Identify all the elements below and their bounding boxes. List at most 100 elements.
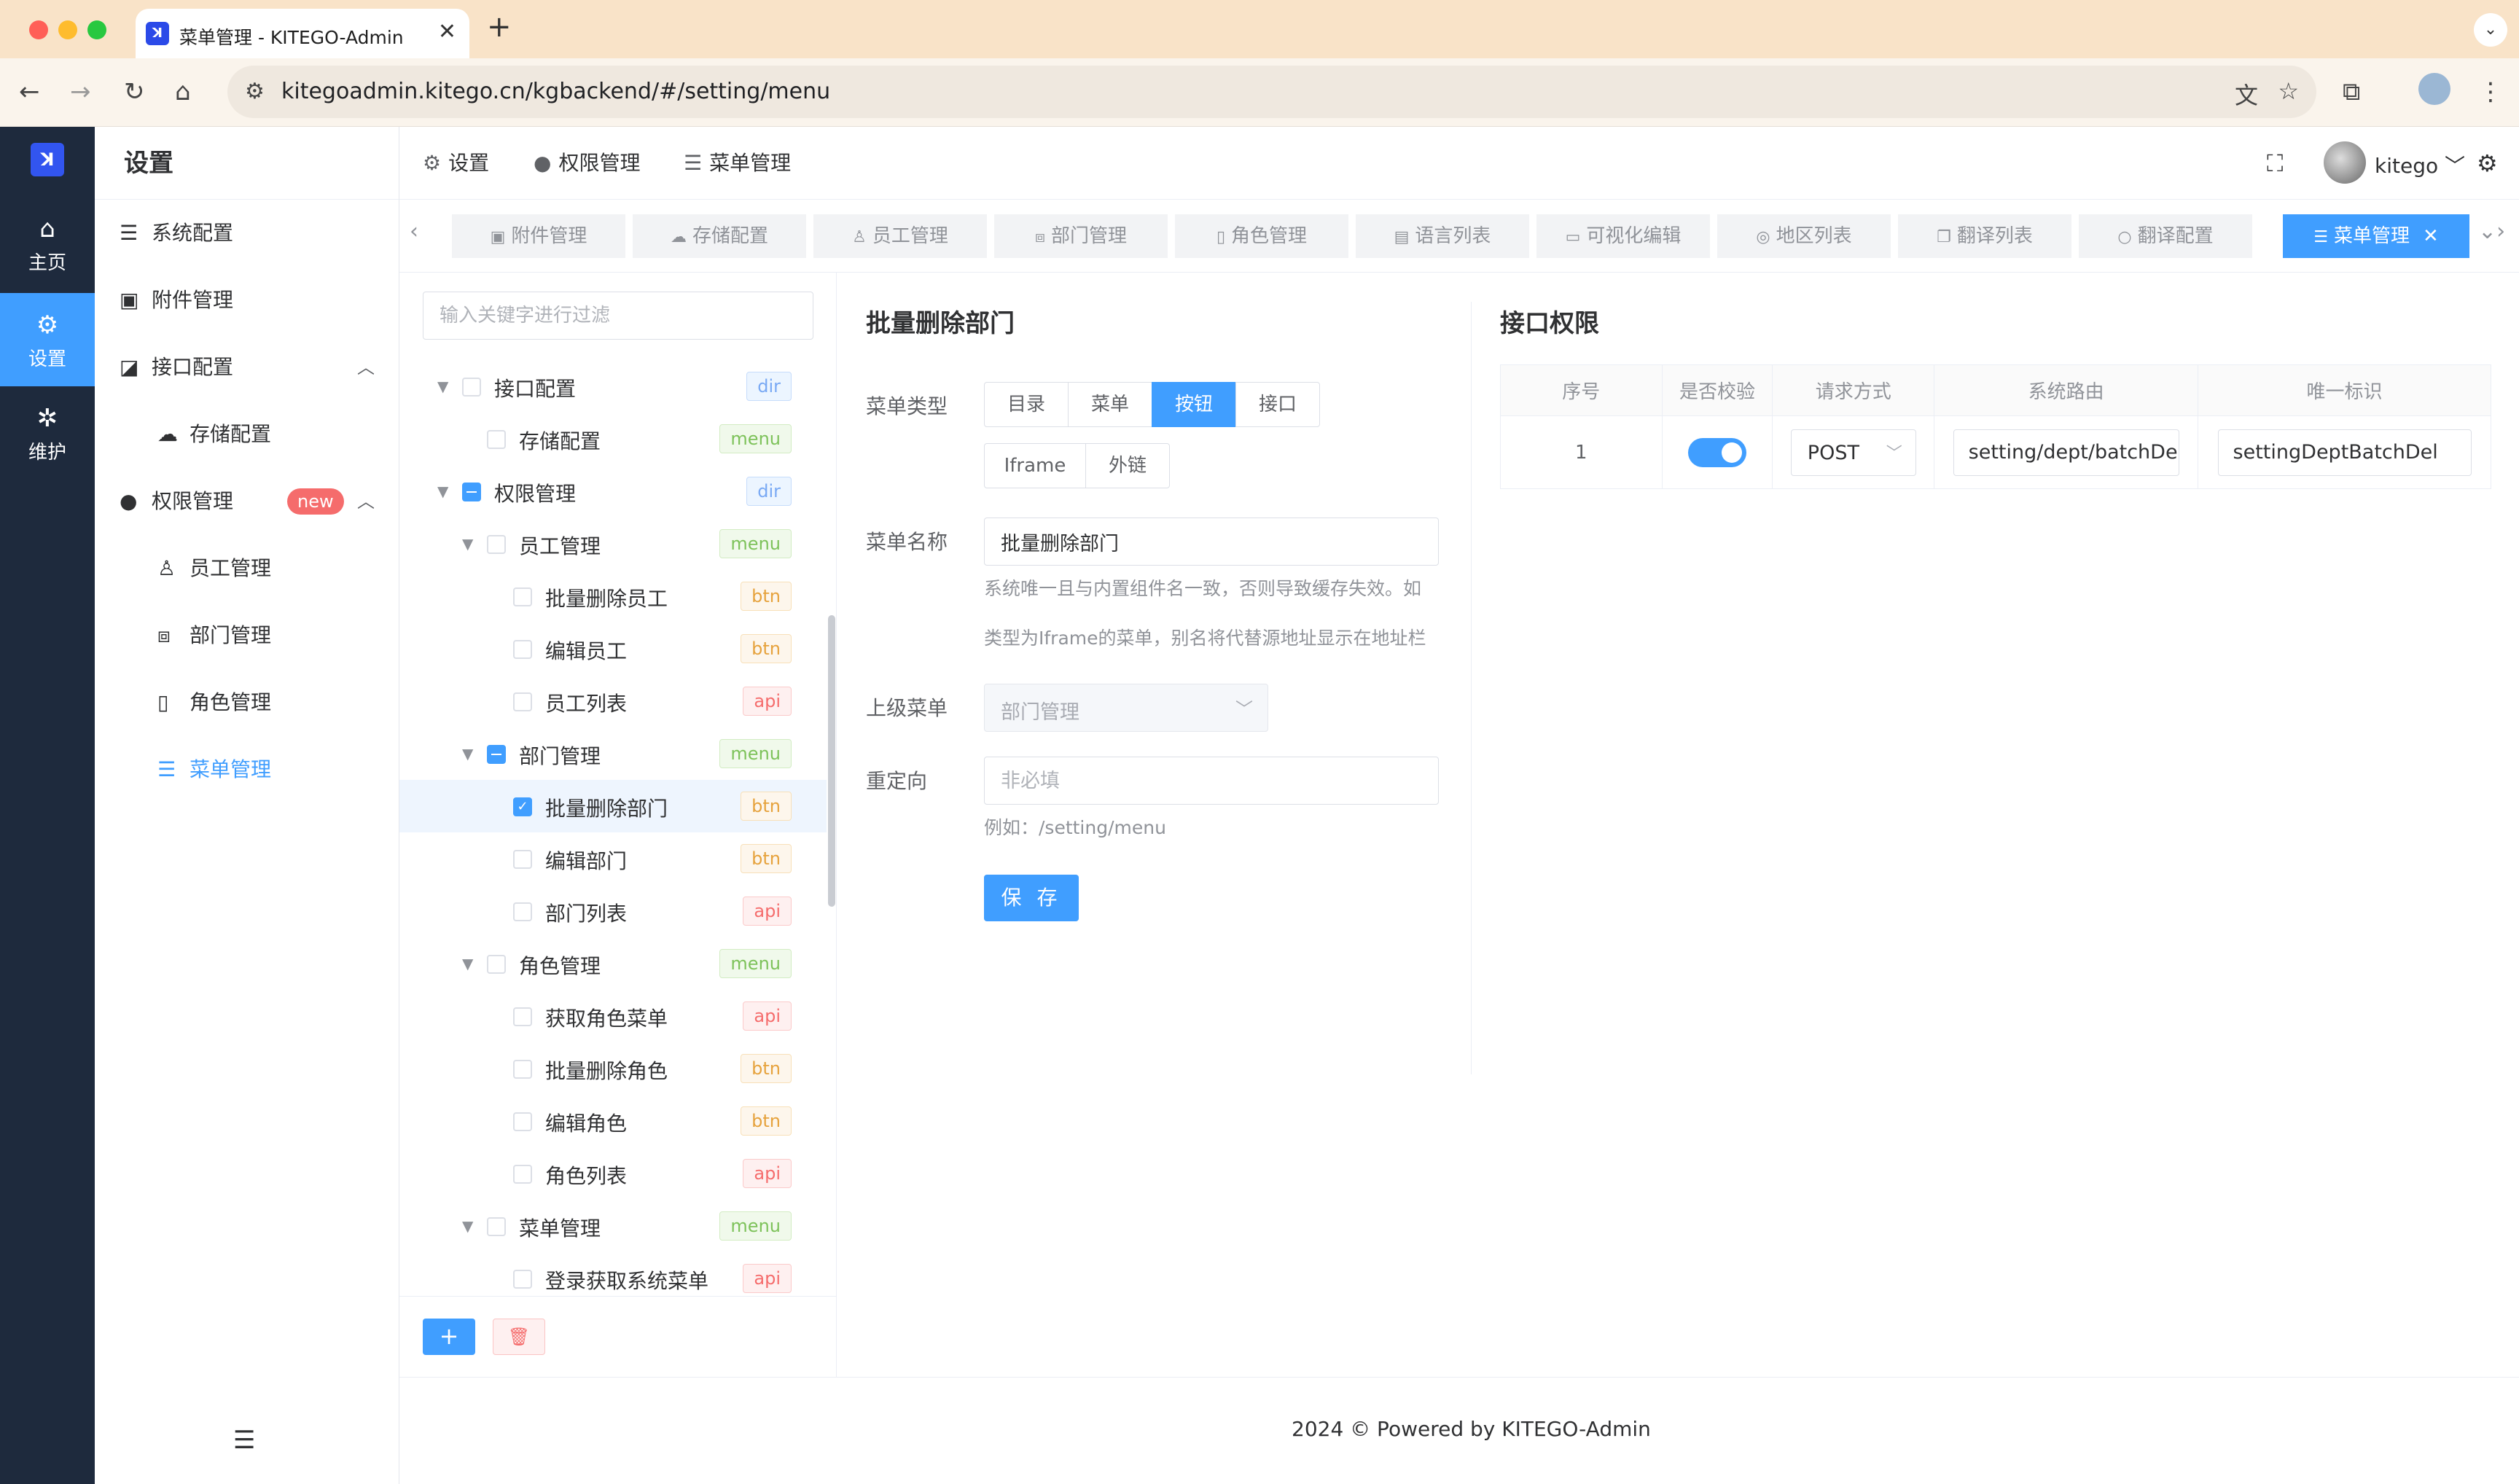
tag-departments[interactable]: ⧈ 部门管理 bbox=[994, 214, 1168, 258]
submenu-item-api-config[interactable]: ◪ 接口配置 ︿ bbox=[95, 334, 399, 401]
browser-tab[interactable]: ꓘ 菜单管理 - KITEGO-Admin ✕ bbox=[136, 9, 469, 58]
new-tab-button[interactable]: + bbox=[487, 10, 512, 44]
save-button[interactable]: 保 存 bbox=[984, 875, 1079, 921]
tree-checkbox[interactable] bbox=[513, 640, 532, 659]
tree-node[interactable]: ▼ 员工管理 menu bbox=[399, 518, 827, 570]
extensions-icon[interactable]: ⧉ bbox=[2343, 76, 2360, 108]
tags-scroll-left-icon[interactable]: ‹ bbox=[410, 219, 418, 244]
tab-search-chevron-icon[interactable]: ⌄ bbox=[2474, 13, 2507, 47]
tree-scrollbar[interactable] bbox=[828, 615, 835, 907]
user-avatar[interactable] bbox=[2324, 141, 2366, 184]
forward-icon[interactable]: → bbox=[70, 76, 91, 108]
address-bar[interactable]: ⚙ kitegoadmin.kitego.cn/kgbackend/#/sett… bbox=[227, 66, 2316, 118]
tree-checkbox[interactable] bbox=[513, 1007, 532, 1026]
caret-down-icon[interactable]: ▼ bbox=[462, 745, 473, 762]
type-option-menu[interactable]: 菜单 bbox=[1068, 382, 1152, 427]
tree-checkbox[interactable] bbox=[513, 850, 532, 869]
submenu-item-permissions[interactable]: ● 权限管理 new ︿ bbox=[95, 468, 399, 535]
tag-translation-config[interactable]: ○ 翻译配置 bbox=[2079, 214, 2252, 258]
add-menu-button[interactable]: + bbox=[423, 1319, 475, 1355]
submenu-item-roles[interactable]: ▯ 角色管理 bbox=[95, 669, 399, 736]
caret-down-icon[interactable]: ▼ bbox=[437, 483, 448, 500]
tree-node[interactable]: ▼ 部门管理 menu bbox=[399, 727, 827, 780]
tree-checkbox[interactable] bbox=[513, 1112, 532, 1131]
bookmark-star-icon[interactable]: ☆ bbox=[2278, 77, 2299, 105]
submenu-item-attachments[interactable]: ▣ 附件管理 bbox=[95, 267, 399, 334]
route-input[interactable] bbox=[1953, 429, 2179, 476]
profile-avatar[interactable] bbox=[2418, 73, 2450, 105]
type-option-button[interactable]: 按钮 bbox=[1152, 382, 1236, 427]
close-tag-icon[interactable]: ✕ bbox=[2423, 225, 2439, 247]
tree-checkbox[interactable] bbox=[513, 1165, 532, 1184]
tree-node[interactable]: 角色列表 api bbox=[399, 1147, 827, 1200]
verify-toggle[interactable] bbox=[1687, 437, 1746, 467]
submenu-item-storage-config[interactable]: ☁ 存储配置 bbox=[95, 401, 399, 468]
window-minimize-button[interactable] bbox=[58, 20, 77, 39]
type-option-directory[interactable]: 目录 bbox=[984, 382, 1069, 427]
tag-attachments[interactable]: ▣ 附件管理 bbox=[452, 214, 625, 258]
tree-checkbox[interactable] bbox=[513, 587, 532, 606]
key-input[interactable] bbox=[2217, 429, 2472, 476]
reload-icon[interactable]: ↻ bbox=[124, 76, 145, 108]
tree-node[interactable]: 获取角色菜单 api bbox=[399, 990, 827, 1042]
parent-menu-select[interactable]: 部门管理 ﹀ bbox=[984, 684, 1268, 732]
tree-node[interactable]: ▼ 权限管理 dir bbox=[399, 465, 827, 518]
caret-down-icon[interactable]: ▼ bbox=[462, 535, 473, 552]
delete-menu-button[interactable]: 🗑 bbox=[493, 1319, 545, 1355]
tree-checkbox[interactable] bbox=[513, 902, 532, 921]
translate-icon[interactable]: 文 bbox=[2235, 77, 2258, 111]
tree-node[interactable]: 批量删除员工 btn bbox=[399, 570, 827, 622]
type-option-external-link[interactable]: 外链 bbox=[1085, 443, 1170, 488]
submenu-item-system-config[interactable]: ☰ 系统配置 bbox=[95, 200, 399, 267]
caret-down-icon[interactable]: ▼ bbox=[462, 955, 473, 972]
close-tab-icon[interactable]: ✕ bbox=[438, 19, 456, 44]
tree-node[interactable]: 编辑角色 btn bbox=[399, 1095, 827, 1147]
tag-storage[interactable]: ☁ 存储配置 bbox=[633, 214, 806, 258]
tree-checkbox[interactable] bbox=[487, 955, 506, 974]
tree-node[interactable]: ▼ 角色管理 menu bbox=[399, 937, 827, 990]
settings-gear-icon[interactable]: ⚙ bbox=[2477, 149, 2498, 178]
tag-menus[interactable]: ☰ 菜单管理 ✕ bbox=[2283, 214, 2469, 258]
menu-name-input[interactable] bbox=[984, 518, 1439, 566]
caret-down-icon[interactable]: ▼ bbox=[462, 1217, 473, 1235]
tree-node[interactable]: 批量删除角色 btn bbox=[399, 1042, 827, 1095]
method-select[interactable]: POST ﹀ bbox=[1790, 429, 1916, 476]
username[interactable]: kitego ﹀ bbox=[2375, 150, 2465, 179]
tree-checkbox[interactable] bbox=[487, 1217, 506, 1236]
window-zoom-button[interactable] bbox=[87, 20, 106, 39]
tree-node[interactable]: 编辑部门 btn bbox=[399, 832, 827, 885]
tag-visual-edit[interactable]: ▭ 可视化编辑 bbox=[1536, 214, 1710, 258]
tag-employees[interactable]: ♙ 员工管理 bbox=[813, 214, 987, 258]
tag-translations[interactable]: ❐ 翻译列表 bbox=[1898, 214, 2071, 258]
tree-filter-input[interactable] bbox=[423, 292, 813, 340]
tree-checkbox[interactable] bbox=[513, 692, 532, 711]
tree-checkbox[interactable] bbox=[487, 430, 506, 449]
tree-checkbox[interactable] bbox=[513, 1270, 532, 1289]
submenu-item-menus[interactable]: ☰ 菜单管理 bbox=[95, 736, 399, 803]
breadcrumb-permissions[interactable]: ● 权限管理 bbox=[534, 149, 640, 178]
tree-node[interactable]: 员工列表 api bbox=[399, 675, 827, 727]
site-settings-icon[interactable]: ⚙ bbox=[245, 79, 265, 104]
fullscreen-icon[interactable]: ⛶ bbox=[2267, 149, 2283, 178]
url-text[interactable]: kitegoadmin.kitego.cn/kgbackend/#/settin… bbox=[281, 79, 830, 104]
tree-node[interactable]: 编辑员工 btn bbox=[399, 622, 827, 675]
tree-checkbox[interactable] bbox=[513, 1060, 532, 1079]
tree-node-selected[interactable]: ✓ 批量删除部门 btn bbox=[399, 780, 827, 832]
tag-roles[interactable]: ▯ 角色管理 bbox=[1175, 214, 1348, 258]
tree-checkbox[interactable] bbox=[487, 745, 506, 764]
caret-down-icon[interactable]: ▼ bbox=[437, 378, 448, 395]
tree-node[interactable]: ▼ 菜单管理 menu bbox=[399, 1200, 827, 1252]
tree-node[interactable]: 部门列表 api bbox=[399, 885, 827, 937]
breadcrumb-settings[interactable]: ⚙ 设置 bbox=[423, 149, 489, 178]
tree-node[interactable]: ▼ 接口配置 dir bbox=[399, 360, 827, 413]
tags-dropdown-icon[interactable]: ⌄› bbox=[2478, 219, 2505, 244]
browser-menu-icon[interactable]: ⋮ bbox=[2478, 76, 2503, 108]
redirect-input[interactable] bbox=[984, 757, 1439, 805]
tree-checkbox[interactable] bbox=[462, 378, 481, 397]
submenu-item-employees[interactable]: ♙ 员工管理 bbox=[95, 535, 399, 602]
tree-checkbox-checked[interactable]: ✓ bbox=[513, 797, 532, 816]
tag-regions[interactable]: ◎ 地区列表 bbox=[1717, 214, 1891, 258]
tree-node[interactable]: 存储配置 menu bbox=[399, 413, 827, 465]
home-icon[interactable]: ⌂ bbox=[175, 76, 191, 108]
breadcrumb-menus[interactable]: ☰ 菜单管理 bbox=[684, 149, 791, 178]
